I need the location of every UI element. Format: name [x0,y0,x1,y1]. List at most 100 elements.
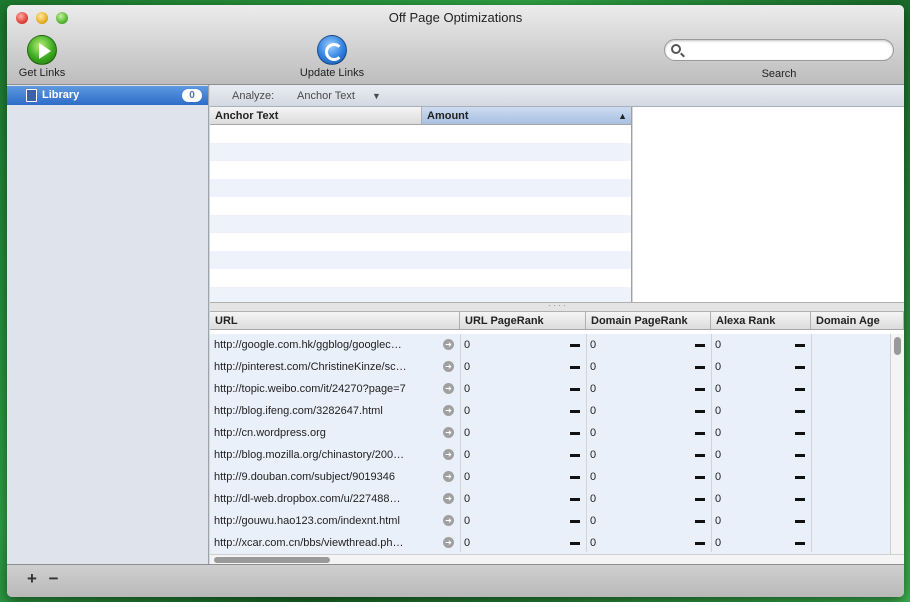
table-row[interactable]: http://dl-web.dropbox.com/u/227488… ➜ 0 0 0 [210,488,890,510]
column-divider [811,334,812,552]
search-icon [671,44,681,54]
column-header-domain-pagerank[interactable]: Domain PageRank [586,312,711,330]
table-row[interactable]: http://google.com.hk/ggblog/googlec… ➜ 0 0 0 [210,334,890,356]
column-header-amount[interactable]: Amount ▲ [422,107,631,125]
minus-icon [795,454,805,457]
empty-row [210,125,631,143]
dropdown-arrow-icon[interactable]: ▼ [372,85,381,107]
go-arrow-icon[interactable]: ➜ [443,361,454,372]
domain-pagerank-cell: 0 [590,515,597,527]
minus-icon [795,344,805,347]
empty-row [210,215,631,233]
minus-icon [695,410,705,413]
column-header-anchor-text[interactable]: Anchor Text [210,107,422,125]
column-header-url-pagerank[interactable]: URL PageRank [460,312,586,330]
table-row[interactable]: http://blog.mozilla.org/chinastory/200… ➜… [210,444,890,466]
domain-pagerank-cell: 0 [590,471,597,483]
search-field[interactable] [664,39,894,61]
update-links-button[interactable]: Update Links [290,35,374,79]
table-row[interactable]: http://topic.weibo.com/it/24270?page=7 ➜ 0… [210,378,890,400]
vertical-scrollbar[interactable] [890,334,904,554]
table-row[interactable]: http://9.douban.com/subject/9019346 ➜ 0 0 0 [210,466,890,488]
split-view-divider[interactable]: · · · · [210,302,904,312]
get-links-button[interactable]: Get Links [14,35,70,79]
minus-icon [795,542,805,545]
url-cell: http://pinterest.com/ChristineKinze/sc… [214,361,407,373]
table-row[interactable]: http://xcar.com.cn/bbs/viewthread.ph… ➜ 0 0… [210,532,890,554]
minus-icon [570,366,580,369]
minus-icon [695,388,705,391]
minus-icon [570,432,580,435]
url-pagerank-cell: 0 [464,449,471,461]
preview-pane [633,107,904,302]
minus-icon [795,520,805,523]
url-pagerank-cell: 0 [464,405,471,417]
table-header: Anchor Text Amount ▲ [210,107,631,125]
go-arrow-icon[interactable]: ➜ [443,405,454,416]
domain-pagerank-cell: 0 [590,537,597,549]
minus-icon [795,498,805,501]
column-header-domain-age[interactable]: Domain Age [811,312,904,330]
url-pagerank-cell: 0 [464,493,471,505]
alexa-rank-cell: 0 [715,427,722,439]
go-arrow-icon[interactable]: ➜ [443,493,454,504]
minus-icon [795,410,805,413]
minus-icon [570,476,580,479]
search-field-group: Search [664,39,894,80]
minus-icon [570,388,580,391]
go-arrow-icon[interactable]: ➜ [443,537,454,548]
column-header-alexa-rank[interactable]: Alexa Rank [711,312,811,330]
url-cell: http://gouwu.hao123.com/indexnt.html [214,515,400,527]
sidebar-item-library[interactable]: Library 0 [7,86,208,105]
go-arrow-icon[interactable]: ➜ [443,515,454,526]
minus-icon [795,432,805,435]
go-arrow-icon[interactable]: ➜ [443,339,454,350]
empty-row [210,233,631,251]
url-cell: http://blog.mozilla.org/chinastory/200… [214,449,405,461]
scrollbar-thumb[interactable] [214,557,330,563]
alexa-rank-cell: 0 [715,471,722,483]
url-pagerank-cell: 0 [464,339,471,351]
table-row[interactable]: http://pinterest.com/ChristineKinze/sc… ➜… [210,356,890,378]
domain-pagerank-cell: 0 [590,493,597,505]
table-row[interactable]: http://cn.wordpress.org ➜ 0 0 0 [210,422,890,444]
add-button[interactable]: + [27,569,37,588]
url-cell: http://blog.ifeng.com/3282647.html [214,405,383,417]
toolbar: Off Page Optimizations Get Links Update … [7,5,904,85]
analyze-bar: Analyze: Anchor Text ▼ [210,85,904,107]
scrollbar-thumb[interactable] [894,337,901,355]
minus-icon [570,520,580,523]
url-cell: http://xcar.com.cn/bbs/viewthread.ph… [214,537,404,549]
remove-button[interactable]: − [49,569,59,588]
url-cell: http://cn.wordpress.org [214,427,326,439]
analyze-dropdown[interactable]: Anchor Text [297,85,355,107]
minus-icon [695,366,705,369]
count-badge: 0 [182,89,202,102]
column-divider [711,334,712,552]
url-cell: http://dl-web.dropbox.com/u/227488… [214,493,401,505]
search-input[interactable] [687,42,887,58]
minus-icon [695,542,705,545]
refresh-icon [317,35,347,65]
horizontal-scrollbar[interactable] [210,554,904,564]
minus-icon [795,366,805,369]
book-icon [26,89,37,102]
go-arrow-icon[interactable]: ➜ [443,471,454,482]
column-header-url[interactable]: URL [210,312,460,330]
url-pagerank-cell: 0 [464,383,471,395]
go-arrow-icon[interactable]: ➜ [443,427,454,438]
go-arrow-icon[interactable]: ➜ [443,449,454,460]
minus-icon [695,476,705,479]
sidebar-item-label: Library [42,89,80,101]
domain-pagerank-cell: 0 [590,383,597,395]
minus-icon [795,388,805,391]
minus-icon [695,344,705,347]
table-row[interactable]: http://gouwu.hao123.com/indexnt.html ➜ 0 0 0 [210,510,890,532]
table-row[interactable]: http://blog.ifeng.com/3282647.html ➜ 0 0 0 [210,400,890,422]
minus-icon [695,454,705,457]
column-divider [460,334,461,552]
alexa-rank-cell: 0 [715,515,722,527]
go-arrow-icon[interactable]: ➜ [443,383,454,394]
minus-icon [570,344,580,347]
alexa-rank-cell: 0 [715,339,722,351]
